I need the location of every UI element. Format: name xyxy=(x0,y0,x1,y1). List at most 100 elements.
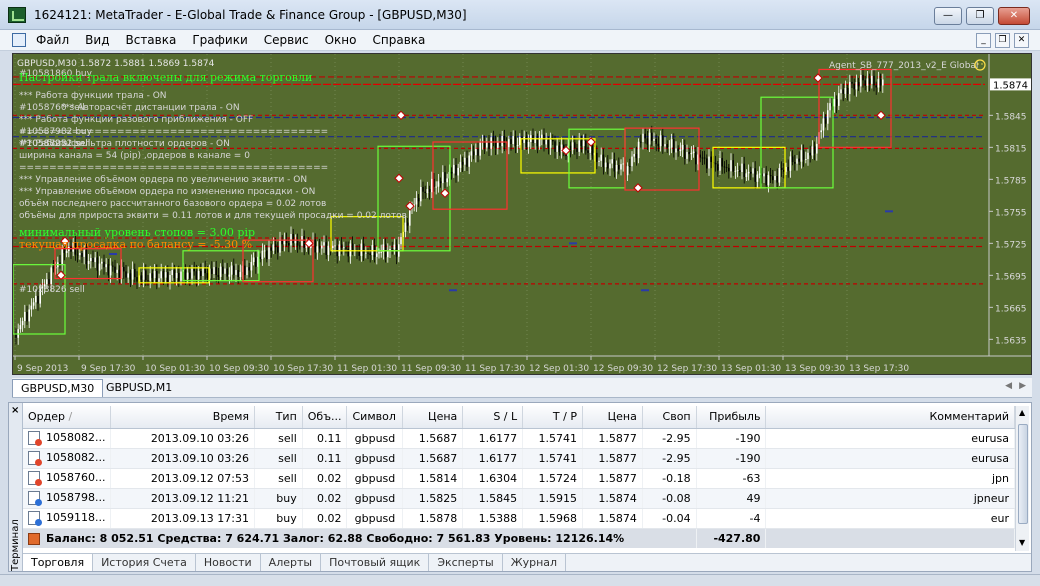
scroll-down-icon[interactable]: ▼ xyxy=(1019,538,1025,547)
candle-body xyxy=(118,269,121,279)
orders-scrollbar[interactable]: ▲ ▼ xyxy=(1015,406,1029,551)
column-header-5[interactable]: Цена xyxy=(402,406,464,429)
column-header-4[interactable]: Символ xyxy=(346,406,404,429)
column-header-2[interactable]: Тип xyxy=(254,406,303,429)
time-label: 12 Sep 17:30 xyxy=(657,364,717,374)
minimize-button[interactable]: — xyxy=(934,7,962,25)
candle-body xyxy=(598,160,600,162)
candle-body xyxy=(719,158,721,171)
menu-item-2[interactable]: Вставка xyxy=(125,33,176,47)
candle-body xyxy=(263,250,266,252)
candle-body xyxy=(677,148,679,152)
order-type: sell xyxy=(254,428,303,449)
order-sl: 1.5845 xyxy=(462,488,524,509)
menu-item-0[interactable]: Файл xyxy=(36,33,69,47)
tab-scroll-right-icon[interactable]: ▶ xyxy=(1019,381,1026,391)
menu-item-3[interactable]: Графики xyxy=(192,33,247,47)
candle-body xyxy=(798,158,800,162)
terminal-tab-4[interactable]: Почтовый ящик xyxy=(321,554,430,571)
chart-canvas[interactable]: 1.5874 1.5845 1.5815 1.5785 1.5755 1.5725 1.56… xyxy=(13,54,1032,375)
candle-body xyxy=(268,247,270,260)
terminal-tab-6[interactable]: Журнал xyxy=(503,554,567,571)
menu-item-5[interactable]: Окно xyxy=(325,33,357,47)
scrollbar-thumb[interactable] xyxy=(1018,424,1028,524)
candle-body xyxy=(140,275,143,280)
column-header-1[interactable]: Время xyxy=(110,406,255,429)
terminal-tab-5[interactable]: Эксперты xyxy=(429,554,503,571)
chart-overlay-text: *** Работа фильтра плотности ордеров - O… xyxy=(19,139,230,149)
expert-name: Agent_SB_777_2013_v2_E Global xyxy=(829,61,978,71)
order-price: 1.5825 xyxy=(402,488,464,509)
order-profit: 49 xyxy=(696,488,767,509)
maximize-button[interactable]: ❐ xyxy=(966,7,994,25)
candle-body xyxy=(90,258,92,262)
candle-body xyxy=(351,243,354,251)
candle-body xyxy=(679,149,682,152)
menu-item-4[interactable]: Сервис xyxy=(264,33,309,47)
candle-body xyxy=(142,270,145,280)
candle-body xyxy=(569,145,572,151)
candle-body xyxy=(510,139,512,145)
menu-item-1[interactable]: Вид xyxy=(85,33,109,47)
terminal-tab-0[interactable]: Торговля xyxy=(23,554,94,571)
price-label: 1.5695 xyxy=(995,272,1027,282)
tab-gbpusd-m1[interactable]: GBPUSD,M1 xyxy=(98,379,180,397)
close-button[interactable]: ✕ xyxy=(998,7,1030,25)
candle-body xyxy=(101,261,103,264)
order-row[interactable]: 1059118... 2013.09.13 17:31 buy 0.02 gbpusd 1… xyxy=(23,508,1015,529)
order-price: 1.5687 xyxy=(402,448,464,469)
candle-body xyxy=(134,268,136,278)
menu-item-6[interactable]: Справка xyxy=(373,33,426,47)
column-header-8[interactable]: Цена xyxy=(582,406,643,429)
column-header-9[interactable]: Своп xyxy=(642,406,697,429)
order-type: buy xyxy=(254,508,303,529)
tab-gbpusd-m30[interactable]: GBPUSD,M30 xyxy=(12,379,104,397)
column-header-7[interactable]: T / P xyxy=(522,406,583,429)
order-row[interactable]: 1058082... 2013.09.10 03:26 sell 0.11 gbpusd… xyxy=(23,448,1015,469)
time-label: 13 Sep 09:30 xyxy=(785,364,845,374)
column-header-11[interactable]: Комментарий xyxy=(765,406,1015,429)
candle-body xyxy=(461,161,464,165)
candle-body xyxy=(145,270,147,281)
candle-body xyxy=(228,274,231,277)
tab-scroll-left-icon[interactable]: ◀ xyxy=(1005,381,1012,391)
candle-body xyxy=(455,164,457,176)
terminal-tab-2[interactable]: Новости xyxy=(196,554,261,571)
column-header-6[interactable]: S / L xyxy=(462,406,524,429)
candle-body xyxy=(752,168,754,174)
order-type: sell xyxy=(254,448,303,469)
candle-body xyxy=(666,144,668,148)
scroll-up-icon[interactable]: ▲ xyxy=(1019,408,1025,417)
order-row[interactable]: 1058082... 2013.09.10 03:26 sell 0.11 gbpusd… xyxy=(23,428,1015,449)
candle-body xyxy=(85,250,88,265)
terminal-tab-3[interactable]: Алерты xyxy=(261,554,322,571)
column-header-10[interactable]: Прибыль xyxy=(696,406,767,429)
candle-body xyxy=(28,309,30,322)
candle-body xyxy=(109,265,112,276)
expert-smiley-eye xyxy=(981,63,983,65)
terminal-close-icon[interactable]: × xyxy=(11,405,19,416)
order-row[interactable]: 1058798... 2013.09.12 11:21 buy 0.02 gbpusd 1… xyxy=(23,488,1015,509)
chart-overlay-text: *** Работа функции разового приближения … xyxy=(19,115,253,125)
candle-body xyxy=(292,233,294,244)
candle-body xyxy=(558,145,561,153)
mdi-minimize-button[interactable]: _ xyxy=(976,33,991,48)
column-header-0[interactable]: Ордер / xyxy=(23,406,112,429)
candle-body xyxy=(367,252,369,254)
price-label: 1.5755 xyxy=(995,208,1027,218)
candle-body xyxy=(321,245,323,249)
price-chart[interactable]: 1.5874 1.5845 1.5815 1.5785 1.5755 1.5725 1.56… xyxy=(12,53,1032,375)
chart-overlay-text: *** Работа функции трала - ON xyxy=(19,91,167,101)
order-row[interactable]: 1058760... 2013.09.12 07:53 sell 0.02 gbpusd… xyxy=(23,468,1015,489)
terminal-tab-1[interactable]: История Счета xyxy=(93,554,196,571)
order-sl: 1.6177 xyxy=(462,428,524,449)
mdi-close-button[interactable]: ✕ xyxy=(1014,33,1029,48)
order-volume: 0.11 xyxy=(302,428,348,449)
column-header-3[interactable]: Объ... xyxy=(302,406,348,429)
order-time: 2013.09.10 03:26 xyxy=(110,448,255,469)
candle-body xyxy=(816,143,818,154)
mdi-restore-button[interactable]: ❐ xyxy=(995,33,1010,48)
candle-body xyxy=(699,154,701,158)
candle-body xyxy=(347,248,349,257)
chart-window-icon[interactable] xyxy=(12,33,26,47)
